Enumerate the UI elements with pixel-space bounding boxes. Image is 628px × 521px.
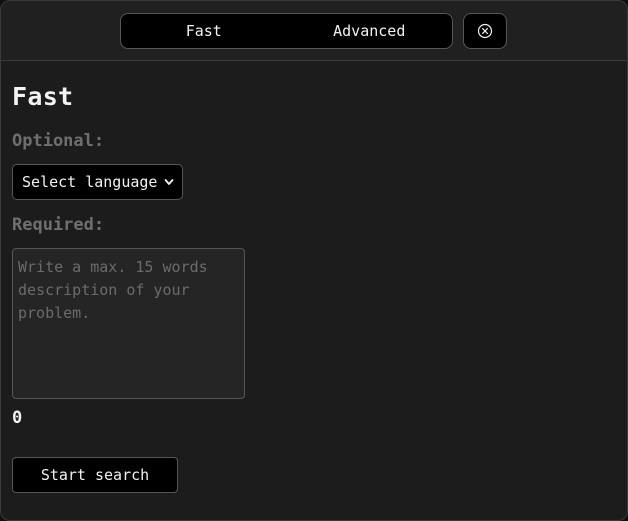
description-placeholder: Write a max. 15 words description of you… [18,258,208,322]
mode-option-advanced[interactable]: Advanced [287,14,453,48]
top-bar: Fast Advanced [1,1,627,61]
popup-window: Fast Advanced Fast Optional: Select lang… [0,0,628,521]
required-label: Required: [12,215,105,235]
start-search-button[interactable]: Start search [12,457,178,493]
chevron-down-icon [163,176,175,188]
language-select[interactable]: Select language [12,164,183,200]
word-count: 0 [12,408,23,428]
panel-title: Fast [12,82,74,111]
mode-switch: Fast Advanced [120,13,453,49]
mode-option-fast[interactable]: Fast [121,14,287,48]
optional-label: Optional: [12,131,105,151]
language-select-value: Select language [22,173,158,191]
close-circle-icon [477,23,493,39]
close-button[interactable] [463,13,507,49]
description-textarea[interactable]: Write a max. 15 words description of you… [12,248,245,399]
